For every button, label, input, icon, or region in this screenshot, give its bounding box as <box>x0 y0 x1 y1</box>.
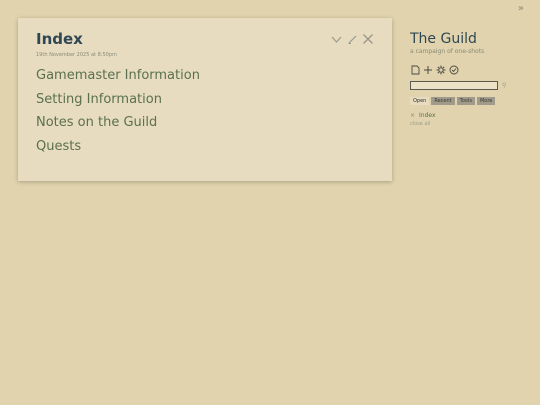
tiddler-body: Gamemaster Information Setting Informati… <box>36 68 374 155</box>
search-row: ⚲ <box>410 81 530 90</box>
tiddler-index: Index 19th November 2025 at 8:50pm Gamem… <box>18 18 392 181</box>
tab-tools[interactable]: Tools <box>456 97 475 105</box>
sidebar-toggle-icon[interactable]: » <box>518 3 524 14</box>
page: » Index 19th November 2025 at 8:50pm Gam… <box>0 0 540 405</box>
page-controls <box>410 65 530 75</box>
tab-more[interactable]: More <box>476 97 496 105</box>
open-list: × Index close all <box>410 112 530 127</box>
site-title: The Guild <box>410 31 477 47</box>
site-subtitle: a campaign of one-shots <box>410 48 485 55</box>
search-input[interactable] <box>410 81 498 90</box>
close-all-button[interactable]: close all <box>410 121 530 127</box>
link-notes-on-the-guild[interactable]: Notes on the Guild <box>36 115 374 131</box>
open-item-label[interactable]: Index <box>419 112 436 119</box>
open-item-index: × Index <box>410 112 530 119</box>
tab-open[interactable]: Open <box>410 97 430 105</box>
tiddler-subtitle: 19th November 2025 at 8:50pm <box>36 52 117 58</box>
add-icon[interactable] <box>423 65 433 75</box>
link-setting-information[interactable]: Setting Information <box>36 92 374 108</box>
link-gamemaster-information[interactable]: Gamemaster Information <box>36 68 374 84</box>
new-tiddler-icon[interactable] <box>410 65 420 75</box>
settings-icon[interactable] <box>436 65 446 75</box>
search-icon[interactable]: ⚲ <box>502 82 506 89</box>
close-icon[interactable]: × <box>410 112 415 119</box>
tab-recent[interactable]: Recent <box>431 97 455 105</box>
chevron-down-icon[interactable] <box>330 33 342 45</box>
tiddler-title: Index <box>36 30 83 48</box>
check-icon[interactable] <box>449 65 459 75</box>
link-quests[interactable]: Quests <box>36 139 374 155</box>
sidebar-tabs: Open Recent Tools More <box>410 97 530 105</box>
close-icon[interactable] <box>362 33 374 45</box>
tiddler-controls <box>330 33 374 45</box>
edit-icon[interactable] <box>346 33 358 45</box>
sidebar: The Guild a campaign of one-shots ⚲ Open… <box>410 30 530 127</box>
